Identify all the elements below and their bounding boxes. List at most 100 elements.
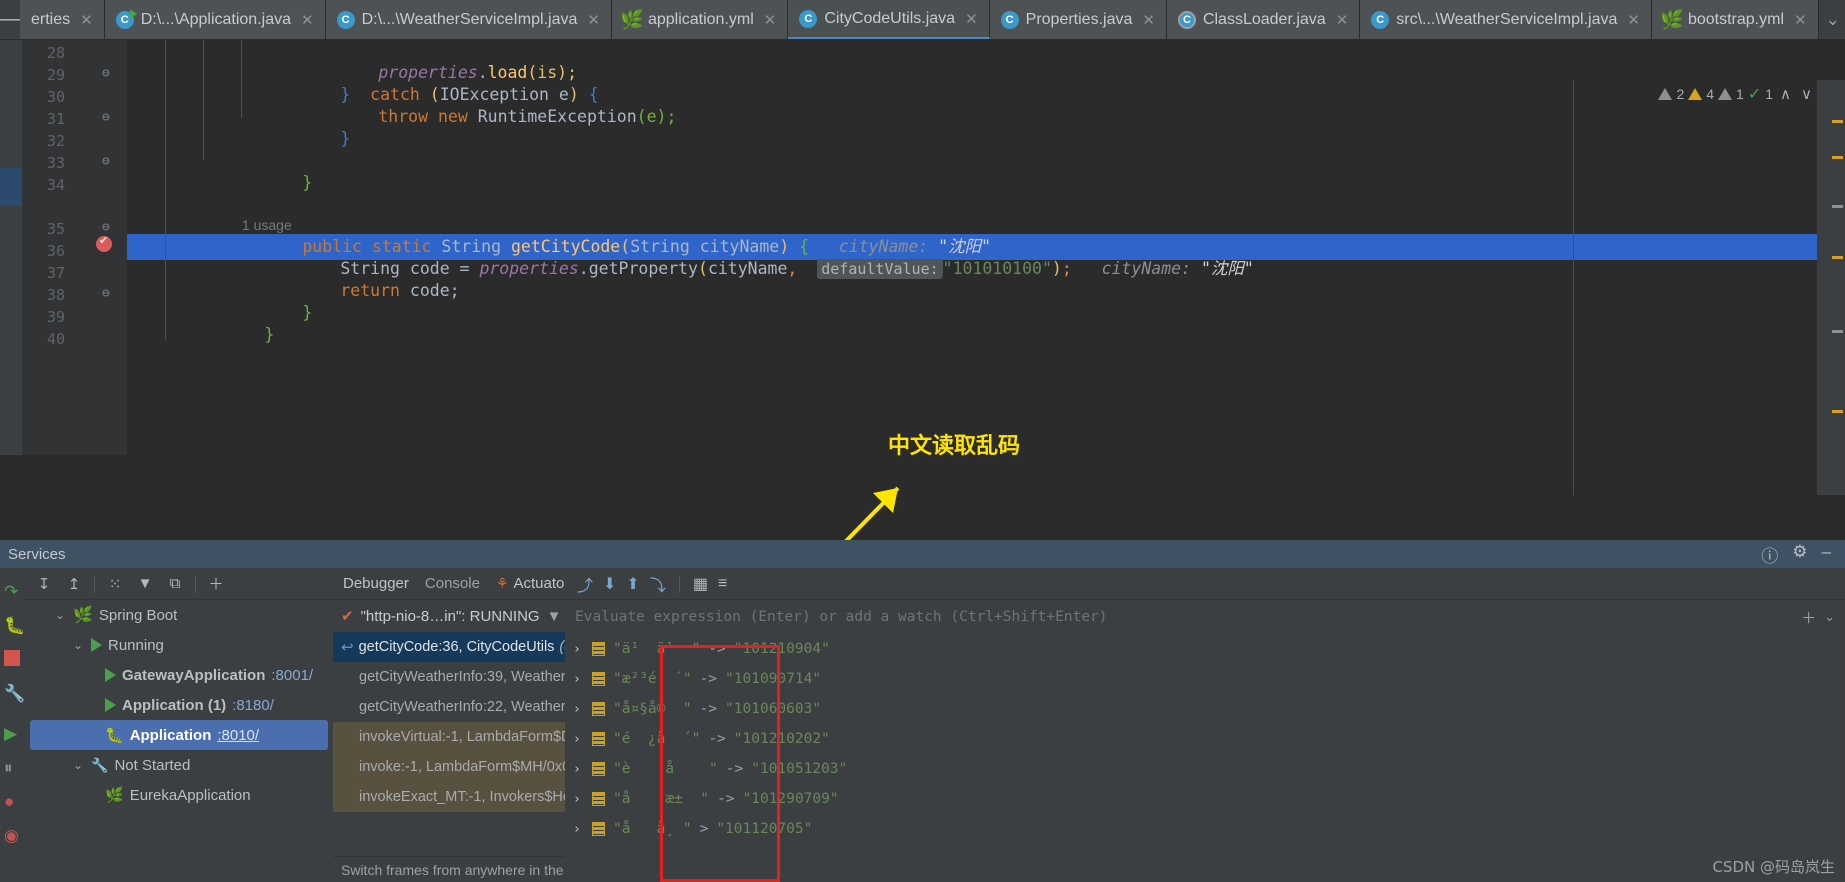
help-icon[interactable]: ⓘ	[1761, 542, 1778, 567]
add-service-icon[interactable]: ＋	[203, 572, 229, 596]
chevron-down-icon[interactable]: ⌄	[53, 608, 67, 622]
group-by-icon[interactable]: ⁙	[102, 572, 128, 596]
tab-properties-java[interactable]: C Properties.java ✕	[989, 0, 1167, 39]
step-over-icon[interactable]: ⤴	[577, 572, 593, 596]
evaluate-table-icon[interactable]: ▦	[693, 574, 708, 594]
chevron-down-icon[interactable]: ⌄	[1824, 609, 1835, 625]
services-tree[interactable]: ⌄ 🌿 Spring Boot ⌄ Running GatewayApplica…	[25, 600, 333, 882]
stack-frame-row[interactable]: getCityWeatherInfo:39, WeatherServ	[333, 662, 565, 692]
prev-problem-icon[interactable]: ∧	[1777, 85, 1794, 103]
gear-icon[interactable]: ⚙	[1792, 542, 1807, 567]
debug-action-stripe[interactable]: ↷ 🐛 🔧 ▶ ⏸ ● ◉	[0, 568, 25, 882]
close-icon[interactable]: ✕	[764, 11, 777, 29]
next-problem-icon[interactable]: ∨	[1798, 85, 1815, 103]
chevron-down-icon[interactable]: ⌄	[71, 638, 85, 652]
step-out-icon[interactable]: ⬆	[626, 574, 639, 594]
thread-selector[interactable]: ✔ "http-nio-8…in": RUNNING ▼ ▼	[333, 600, 579, 632]
close-icon[interactable]: ✕	[80, 11, 93, 29]
expand-chevron-icon[interactable]: ›	[573, 792, 584, 807]
add-tab-icon[interactable]: ⧉	[162, 572, 188, 596]
expand-chevron-icon[interactable]: ›	[573, 642, 584, 657]
services-toolbar[interactable]: ↧ ↥ ⁙ ▼ ⧉ ＋	[25, 568, 333, 600]
stack-frame-row[interactable]: invokeVirtual:-1, LambdaForm$DMH,	[333, 722, 565, 752]
tree-item-not-started[interactable]: ⌄ 🔧 Not Started	[25, 750, 333, 780]
tree-item-application-selected[interactable]: 🐛 Application :8010/	[30, 720, 328, 750]
debug-bug-icon[interactable]: 🐛	[4, 616, 25, 635]
service-port-link[interactable]: :8010/	[217, 727, 259, 744]
stack-frame-row[interactable]: invokeExact_MT:-1, Invokers$Holder	[333, 782, 565, 812]
stripe-warning-mark[interactable]	[1832, 120, 1843, 123]
fold-marker[interactable]: ⊖	[102, 154, 110, 169]
chevron-down-icon[interactable]: ⌄	[1819, 10, 1845, 30]
code-editor[interactable]: 28 29 30 31 32 33 34 35 36 37 38 39 40 ⊖…	[22, 40, 1817, 455]
editor-gutter[interactable]: 28 29 30 31 32 33 34 35 36 37 38 39 40 ⊖…	[22, 40, 127, 455]
run-to-cursor-icon[interactable]: ⤵	[650, 572, 666, 596]
variable-row[interactable]: › "å æ± " -> "101290709"	[573, 784, 1845, 814]
inspection-stripe[interactable]	[1817, 80, 1845, 495]
variable-row[interactable]: › "æ²³é ´" -> "101090714"	[573, 664, 1845, 694]
tab-citycodeutils-java[interactable]: C CityCodeUtils.java ✕	[788, 0, 990, 39]
close-icon[interactable]: ✕	[965, 10, 978, 28]
stripe-warning-mark[interactable]	[1832, 256, 1843, 259]
filter-icon[interactable]: ▼	[547, 608, 562, 625]
fold-marker[interactable]: ⊖	[102, 286, 110, 301]
stop-icon[interactable]	[4, 650, 20, 666]
debugger-tab-strip[interactable]: Debugger Console ⚘ Actuator ☰	[333, 568, 600, 600]
tab-application-java[interactable]: C D:\...\Application.java ✕	[104, 0, 326, 39]
tree-item-gatewayapplication[interactable]: GatewayApplication :8001/	[25, 660, 333, 690]
evaluate-expression-row[interactable]: Evaluate expression (Enter) or add a wat…	[565, 600, 1845, 634]
stack-frame-row[interactable]: ↩ getCityCode:36, CityCodeUtils (cn.itc	[333, 632, 565, 662]
settings-lines-icon[interactable]: ≡	[718, 575, 727, 593]
evaluate-expression-input[interactable]: Evaluate expression (Enter) or add a wat…	[575, 605, 1793, 629]
variable-row[interactable]: › "ä¹ ä¹ " -> "101210904"	[573, 634, 1845, 664]
close-icon[interactable]: ✕	[301, 11, 314, 29]
tab-classloader-java[interactable]: C ClassLoader.java ✕	[1166, 0, 1361, 39]
code-text[interactable]: properties.load(is); } catch (IOExceptio…	[127, 40, 1817, 455]
hide-icon[interactable]: ‒	[1822, 542, 1831, 567]
pause-icon[interactable]: ⏸	[4, 758, 22, 777]
expand-chevron-icon[interactable]: ›	[573, 762, 584, 777]
close-icon[interactable]: ✕	[587, 11, 600, 29]
collapse-all-icon[interactable]: ↥	[61, 572, 87, 596]
close-icon[interactable]: ✕	[1794, 11, 1807, 29]
window-minimize-button[interactable]: —	[0, 0, 20, 39]
add-watch-icon[interactable]: ＋	[1801, 607, 1816, 628]
stripe-warning-mark[interactable]	[1832, 156, 1843, 159]
expand-chevron-icon[interactable]: ›	[573, 702, 584, 717]
tree-item-spring-boot[interactable]: ⌄ 🌿 Spring Boot	[25, 600, 333, 630]
close-icon[interactable]: ✕	[1336, 11, 1349, 29]
tree-item-running[interactable]: ⌄ Running	[25, 630, 333, 660]
stack-frame-row[interactable]: getCityWeatherInfo:22, WeatherCont	[333, 692, 565, 722]
tab-weatherserviceimpl-java[interactable]: C D:\...\WeatherServiceImpl.java ✕	[325, 0, 612, 39]
variable-row[interactable]: › "å¤§å® " -> "101060603"	[573, 694, 1845, 724]
mute-breakpoints-icon[interactable]: ●	[4, 792, 22, 811]
breakpoint-icon[interactable]	[96, 234, 112, 252]
close-icon[interactable]: ✕	[1627, 11, 1640, 29]
variable-row[interactable]: › "è å " -> "101051203"	[573, 754, 1845, 784]
expand-chevron-icon[interactable]: ›	[573, 672, 584, 687]
service-port-link[interactable]: :8001/	[271, 667, 313, 684]
tab-actuator[interactable]: ⚘ Actuator	[496, 575, 569, 592]
step-into-icon[interactable]: ⬇	[603, 574, 616, 594]
fold-marker[interactable]: ⊖	[102, 220, 110, 235]
variable-row[interactable]: › "é ¿å ´" -> "101210202"	[573, 724, 1845, 754]
variables-list[interactable]: › "ä¹ ä¹ " -> "101210904" › "æ²³é ´" -> …	[565, 634, 1845, 882]
service-port-link[interactable]: :8180/	[232, 697, 274, 714]
stack-frame-row[interactable]: invoke:-1, LambdaForm$MH/0x0000	[333, 752, 565, 782]
inspection-summary[interactable]: 2 4 1 ✓ 1 ∧ ∨	[1658, 84, 1815, 104]
tab-debugger[interactable]: Debugger	[343, 575, 409, 592]
stripe-info-mark[interactable]	[1832, 205, 1843, 208]
view-breakpoints-icon[interactable]: ◉	[4, 826, 22, 845]
close-icon[interactable]: ✕	[1142, 11, 1155, 29]
tree-item-application-1[interactable]: Application (1) :8180/	[25, 690, 333, 720]
filter-icon[interactable]: ▼	[132, 572, 158, 596]
expand-chevron-icon[interactable]: ›	[573, 732, 584, 747]
tree-item-eurekaapplication[interactable]: 🌿 EurekaApplication	[25, 780, 333, 810]
expand-chevron-icon[interactable]: ›	[573, 822, 584, 837]
wrench-icon[interactable]: 🔧	[4, 684, 25, 703]
resume-program-icon[interactable]: ↷	[4, 582, 22, 601]
stripe-info-mark[interactable]	[1832, 330, 1843, 333]
fold-marker[interactable]: ⊖	[102, 110, 110, 125]
fold-marker[interactable]: ⊖	[102, 66, 110, 81]
tab-application-yml[interactable]: 🌿 application.yml ✕	[611, 0, 789, 39]
